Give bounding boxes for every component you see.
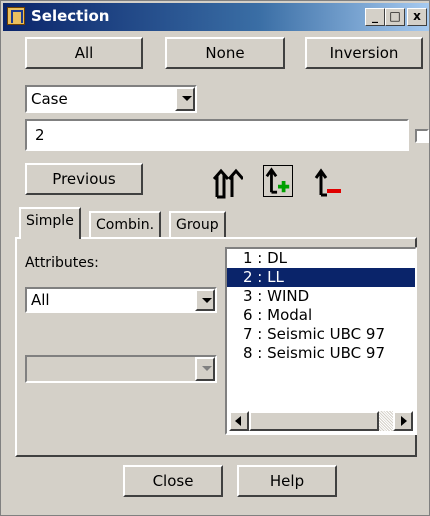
- case-list-item[interactable]: 2 : LL: [227, 268, 415, 287]
- tab-combination[interactable]: Combin.: [89, 211, 162, 239]
- case-list-item[interactable]: 7 : Seismic UBC 97: [227, 325, 415, 344]
- selection-text-field[interactable]: 2: [25, 119, 409, 151]
- scroll-right-icon: [401, 416, 407, 426]
- none-button[interactable]: None: [165, 37, 285, 69]
- tab-simple[interactable]: Simple: [19, 207, 81, 239]
- inversion-button[interactable]: Inversion: [305, 37, 423, 69]
- horizontal-scrollbar[interactable]: [229, 411, 413, 431]
- title-bar[interactable]: Selection _ □ x: [3, 3, 429, 31]
- secondary-attribute-combo: [25, 355, 217, 383]
- chevron-down-icon: [195, 357, 215, 381]
- all-button[interactable]: All: [25, 37, 143, 69]
- scroll-track[interactable]: [379, 411, 393, 431]
- previous-button[interactable]: Previous: [25, 163, 143, 195]
- attributes-value: All: [31, 291, 50, 309]
- scroll-right-button[interactable]: [393, 411, 413, 431]
- case-list[interactable]: 1 : DL 2 : LL 3 : WIND 6 : Modal 7 : Seismic…: [225, 247, 417, 435]
- maximize-button[interactable]: □: [385, 8, 405, 26]
- help-button[interactable]: Help: [237, 465, 337, 497]
- close-button[interactable]: Close: [123, 465, 223, 497]
- selection-type-value: Case: [31, 90, 68, 108]
- attributes-combo[interactable]: All: [25, 287, 217, 313]
- add-arrow-icon[interactable]: [263, 165, 293, 197]
- selection-window: Selection _ □ x All None Inversion Case …: [0, 0, 430, 516]
- attributes-label: Attributes:: [25, 255, 99, 271]
- selection-type-combo[interactable]: Case: [25, 85, 197, 113]
- scroll-left-button[interactable]: [229, 411, 249, 431]
- tab-group[interactable]: Group: [169, 211, 226, 239]
- case-list-item[interactable]: 3 : WIND: [227, 287, 415, 306]
- up-arrows-icon[interactable]: [213, 167, 243, 199]
- remove-arrow-icon[interactable]: [313, 167, 343, 199]
- window-title: Selection: [31, 7, 110, 25]
- close-window-button[interactable]: x: [407, 8, 427, 26]
- app-icon: [7, 7, 25, 25]
- chevron-down-icon[interactable]: [175, 87, 195, 111]
- case-list-item[interactable]: 8 : Seismic UBC 97: [227, 344, 415, 363]
- scroll-left-icon: [235, 416, 241, 426]
- scroll-thumb[interactable]: [249, 411, 379, 431]
- option-checkbox[interactable]: [415, 129, 429, 143]
- case-list-item[interactable]: 1 : DL: [227, 249, 415, 268]
- chevron-down-icon[interactable]: [195, 289, 215, 311]
- minimize-button[interactable]: _: [365, 8, 385, 26]
- case-list-item[interactable]: 6 : Modal: [227, 306, 415, 325]
